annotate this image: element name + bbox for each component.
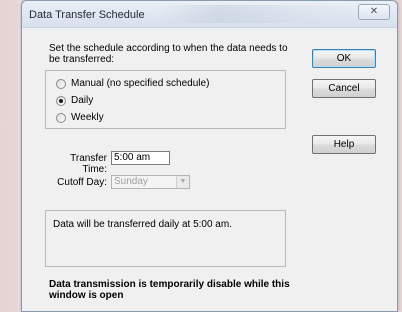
schedule-summary-box: Data will be transferred daily at 5:00 a… — [45, 210, 286, 267]
schedule-options-group: Manual (no specified schedule) Daily Wee… — [45, 70, 286, 129]
cutoff-day-select: Sunday ▼ — [111, 175, 190, 189]
transfer-time-label: Transfer Time: — [70, 153, 107, 175]
cutoff-day-value: Sunday — [114, 176, 148, 187]
radio-daily[interactable] — [56, 95, 66, 106]
title-bar-ghost-text — [160, 5, 360, 23]
radio-manual-label: Manual (no specified schedule) — [71, 78, 210, 89]
chevron-down-icon: ▼ — [176, 176, 189, 188]
radio-manual[interactable] — [56, 78, 66, 89]
schedule-summary-text: Data will be transferred daily at 5:00 a… — [53, 219, 232, 230]
radio-daily-label: Daily — [71, 95, 94, 106]
transmission-warning: Data transmission is temporarily disable… — [49, 279, 290, 301]
help-button[interactable]: Help — [312, 135, 376, 154]
cancel-button[interactable]: Cancel — [312, 79, 376, 98]
cutoff-day-label: Cutoff Day: — [57, 177, 107, 188]
dialog-title: Data Transfer Schedule — [29, 9, 145, 21]
radio-weekly[interactable] — [56, 112, 66, 123]
dialog-window: Data Transfer Schedule ✕ Set the schedul… — [21, 0, 398, 312]
transfer-time-input[interactable]: 5:00 am — [111, 151, 170, 165]
dialog-body: Set the schedule according to when the d… — [25, 29, 394, 309]
ok-button[interactable]: OK — [312, 49, 376, 68]
close-icon: ✕ — [369, 6, 379, 17]
radio-weekly-label: Weekly — [71, 112, 104, 123]
radio-weekly-row[interactable]: Weekly — [56, 111, 104, 124]
radio-daily-row[interactable]: Daily — [56, 94, 93, 107]
title-bar[interactable]: Data Transfer Schedule ✕ — [22, 1, 397, 28]
radio-manual-row[interactable]: Manual (no specified schedule) — [56, 77, 209, 90]
close-button[interactable]: ✕ — [358, 4, 390, 20]
schedule-instruction: Set the schedule according to when the d… — [49, 43, 288, 65]
